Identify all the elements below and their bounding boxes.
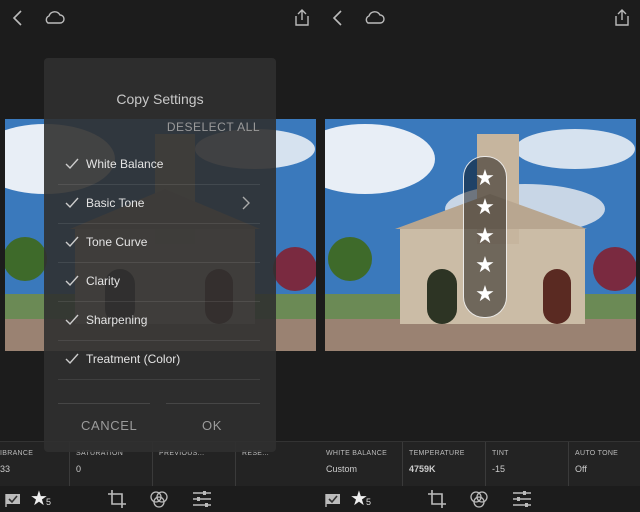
cloud-icon[interactable]	[42, 8, 66, 28]
top-bar	[320, 0, 640, 36]
ok-button[interactable]: OK	[202, 418, 222, 433]
checkmark-icon	[65, 236, 79, 248]
cell-label: AUTO TONE	[575, 450, 619, 457]
option-label: Basic Tone	[86, 196, 145, 210]
copy-settings-dialog: Copy Settings DESELECT ALL White Balance…	[44, 58, 276, 452]
option-basic-tone[interactable]: Basic Tone	[58, 185, 260, 224]
presets-icon[interactable]	[148, 488, 170, 510]
cell-label: TINT	[492, 450, 509, 457]
bottom-toolbar: ★ 5	[0, 486, 320, 512]
flag-icon[interactable]	[3, 488, 25, 510]
checkmark-icon	[65, 158, 79, 170]
option-label: White Balance	[86, 157, 164, 171]
deselect-all-button[interactable]: DESELECT ALL	[167, 120, 260, 134]
share-icon[interactable]	[292, 8, 312, 28]
checkmark-icon	[65, 275, 79, 287]
cell-value: 4759K	[409, 464, 436, 474]
cell-label: TEMPERATURE	[409, 450, 465, 457]
flag-icon[interactable]	[323, 488, 345, 510]
tint-cell[interactable]: TINT -15	[486, 442, 569, 486]
white-balance-cell[interactable]: WHITE BALANCE Custom	[320, 442, 403, 486]
checkmark-icon	[65, 197, 79, 209]
star-icon[interactable]: ★	[464, 225, 506, 247]
cell-value: -15	[492, 464, 506, 474]
bottom-toolbar: ★ 5	[320, 486, 640, 512]
right-pane: ★ ★ ★ ★ ★ WHITE BALANCE Custom TEMPERATU…	[320, 0, 640, 512]
adjust-icon[interactable]	[511, 488, 533, 510]
cell-label: IBRANCE	[0, 450, 34, 457]
adjustment-strip: WHITE BALANCE Custom TEMPERATURE 4759K T…	[320, 441, 640, 486]
share-icon[interactable]	[612, 8, 632, 28]
star-icon[interactable]: ★	[464, 196, 506, 218]
option-treatment-color[interactable]: Treatment (Color)	[58, 341, 260, 380]
back-icon[interactable]	[8, 8, 28, 28]
option-sharpening[interactable]: Sharpening	[58, 302, 260, 341]
rating-count: 5	[366, 497, 372, 507]
star-icon[interactable]: ★	[464, 254, 506, 276]
crop-icon[interactable]	[106, 488, 128, 510]
cell-value: 33	[0, 464, 11, 474]
star-icon[interactable]: ★	[464, 283, 506, 305]
cell-label: WHITE BALANCE	[326, 450, 388, 457]
cell-value: Custom	[326, 464, 358, 474]
option-label: Sharpening	[86, 313, 148, 327]
back-icon[interactable]	[328, 8, 348, 28]
cell-value: Off	[575, 464, 587, 474]
option-label: Clarity	[86, 274, 121, 288]
star-rating-picker[interactable]: ★ ★ ★ ★ ★	[463, 156, 507, 318]
option-white-balance[interactable]: White Balance	[58, 146, 260, 185]
photo-preview[interactable]: ★ ★ ★ ★ ★	[325, 119, 636, 351]
auto-tone-cell[interactable]: AUTO TONE Off	[569, 442, 640, 486]
rating-count: 5	[46, 497, 52, 507]
divider	[166, 403, 260, 404]
option-clarity[interactable]: Clarity	[58, 263, 260, 302]
divider	[58, 403, 150, 404]
dialog-title: Copy Settings	[116, 91, 204, 107]
option-label: Treatment (Color)	[86, 352, 181, 366]
left-pane: IBRANCE 33 SATURATION 0 PREVIOUS... RESE…	[0, 0, 320, 512]
checkmark-icon	[65, 314, 79, 326]
temperature-cell[interactable]: TEMPERATURE 4759K	[403, 442, 486, 486]
star-icon[interactable]: ★	[464, 167, 506, 189]
chevron-right-icon[interactable]	[240, 196, 252, 210]
adjust-icon[interactable]	[191, 488, 213, 510]
option-label: Tone Curve	[86, 235, 148, 249]
cloud-icon[interactable]	[362, 8, 386, 28]
checkmark-icon	[65, 353, 79, 365]
cancel-button[interactable]: CANCEL	[81, 418, 137, 433]
crop-icon[interactable]	[426, 488, 448, 510]
option-tone-curve[interactable]: Tone Curve	[58, 224, 260, 263]
top-bar	[0, 0, 320, 36]
presets-icon[interactable]	[468, 488, 490, 510]
cell-value: 0	[76, 464, 82, 474]
